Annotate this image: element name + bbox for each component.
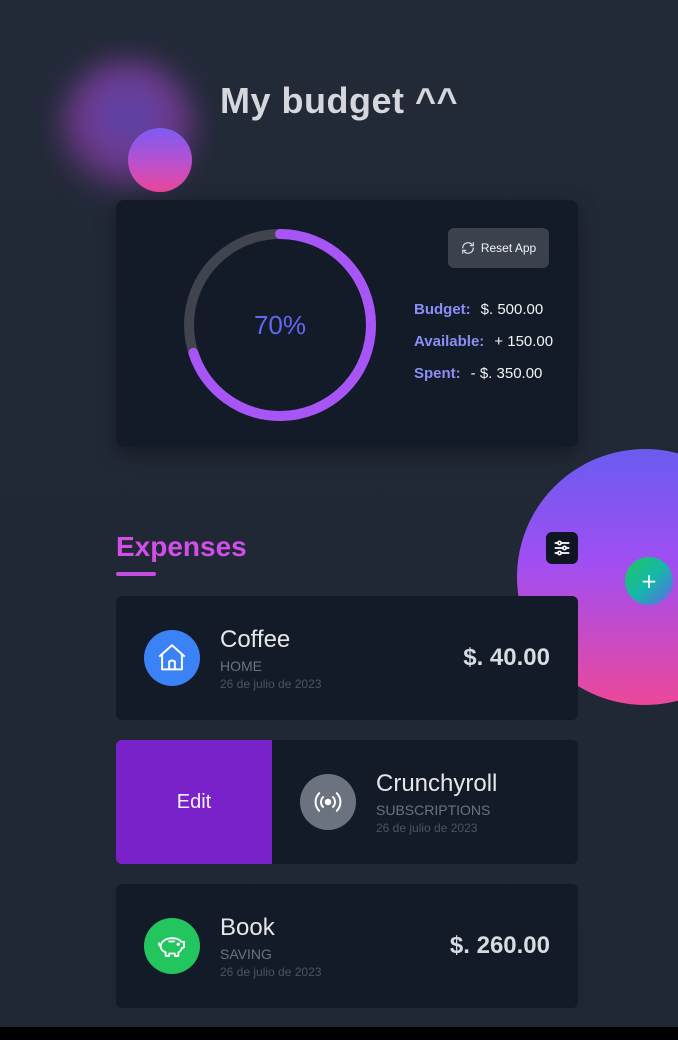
available-label: Available: [414,333,485,350]
expense-item[interactable]: Coffee HOME 26 de julio de 2023 $. 40.00 [116,596,578,720]
expense-name: Book [220,914,275,941]
plus-icon: + [640,569,658,593]
expense-item[interactable]: Edit Crunchyroll SUBSCRIPTIONS 26 de jul… [116,740,578,864]
spent-stat: Spent: - $. 350.00 [414,362,564,385]
spent-label: Spent: [414,365,461,382]
reset-app-button[interactable]: Reset App [448,228,549,268]
expenses-heading-underline [116,572,156,576]
budget-stats: Budget: $. 500.00 Available: + 150.00 Spen… [414,298,564,394]
expense-category: SAVING [220,946,272,962]
available-value: + 150.00 [494,333,554,350]
expense-amount: $. 260.00 [449,932,550,959]
house-icon [144,630,200,686]
refresh-icon [461,242,474,254]
sliders-icon [554,540,570,556]
decorative-circle-small [128,128,192,192]
edit-action-button[interactable]: Edit [116,740,272,864]
add-expense-button[interactable]: + [625,557,673,605]
budget-app: My budget ^^ 70% Reset App Budget: $. 500… [0,0,678,1027]
filter-button[interactable] [546,532,578,564]
piggy-bank-icon [144,918,200,974]
budget-label: Budget: [414,301,471,318]
budget-stat: Budget: $. 500.00 [414,298,564,321]
expense-name: Crunchyroll [376,770,498,797]
budget-summary-card: 70% Reset App Budget: $. 500.00 Available… [116,200,578,447]
expense-item[interactable]: Book SAVING 26 de julio de 2023 $. 260.0… [116,884,578,1008]
budget-value: $. 500.00 [480,301,544,318]
expense-date: 26 de julio de 2023 [220,677,322,691]
progress-percent: 70% [253,309,307,340]
expenses-heading: Expenses [116,531,247,562]
page-title: My budget ^^ [219,80,459,121]
expense-date: 26 de julio de 2023 [220,965,322,979]
broadcast-icon [300,774,356,830]
expense-date: 26 de julio de 2023 [376,821,478,835]
expense-amount: $. 40.00 [463,644,550,671]
available-stat: Available: + 150.00 [414,330,564,353]
expense-category: HOME [220,658,262,674]
expense-name: Coffee [220,626,291,653]
expense-category: SUBSCRIPTIONS [376,802,491,818]
spent-value: - $. 350.00 [470,365,543,382]
reset-app-label: Reset App [480,241,537,255]
